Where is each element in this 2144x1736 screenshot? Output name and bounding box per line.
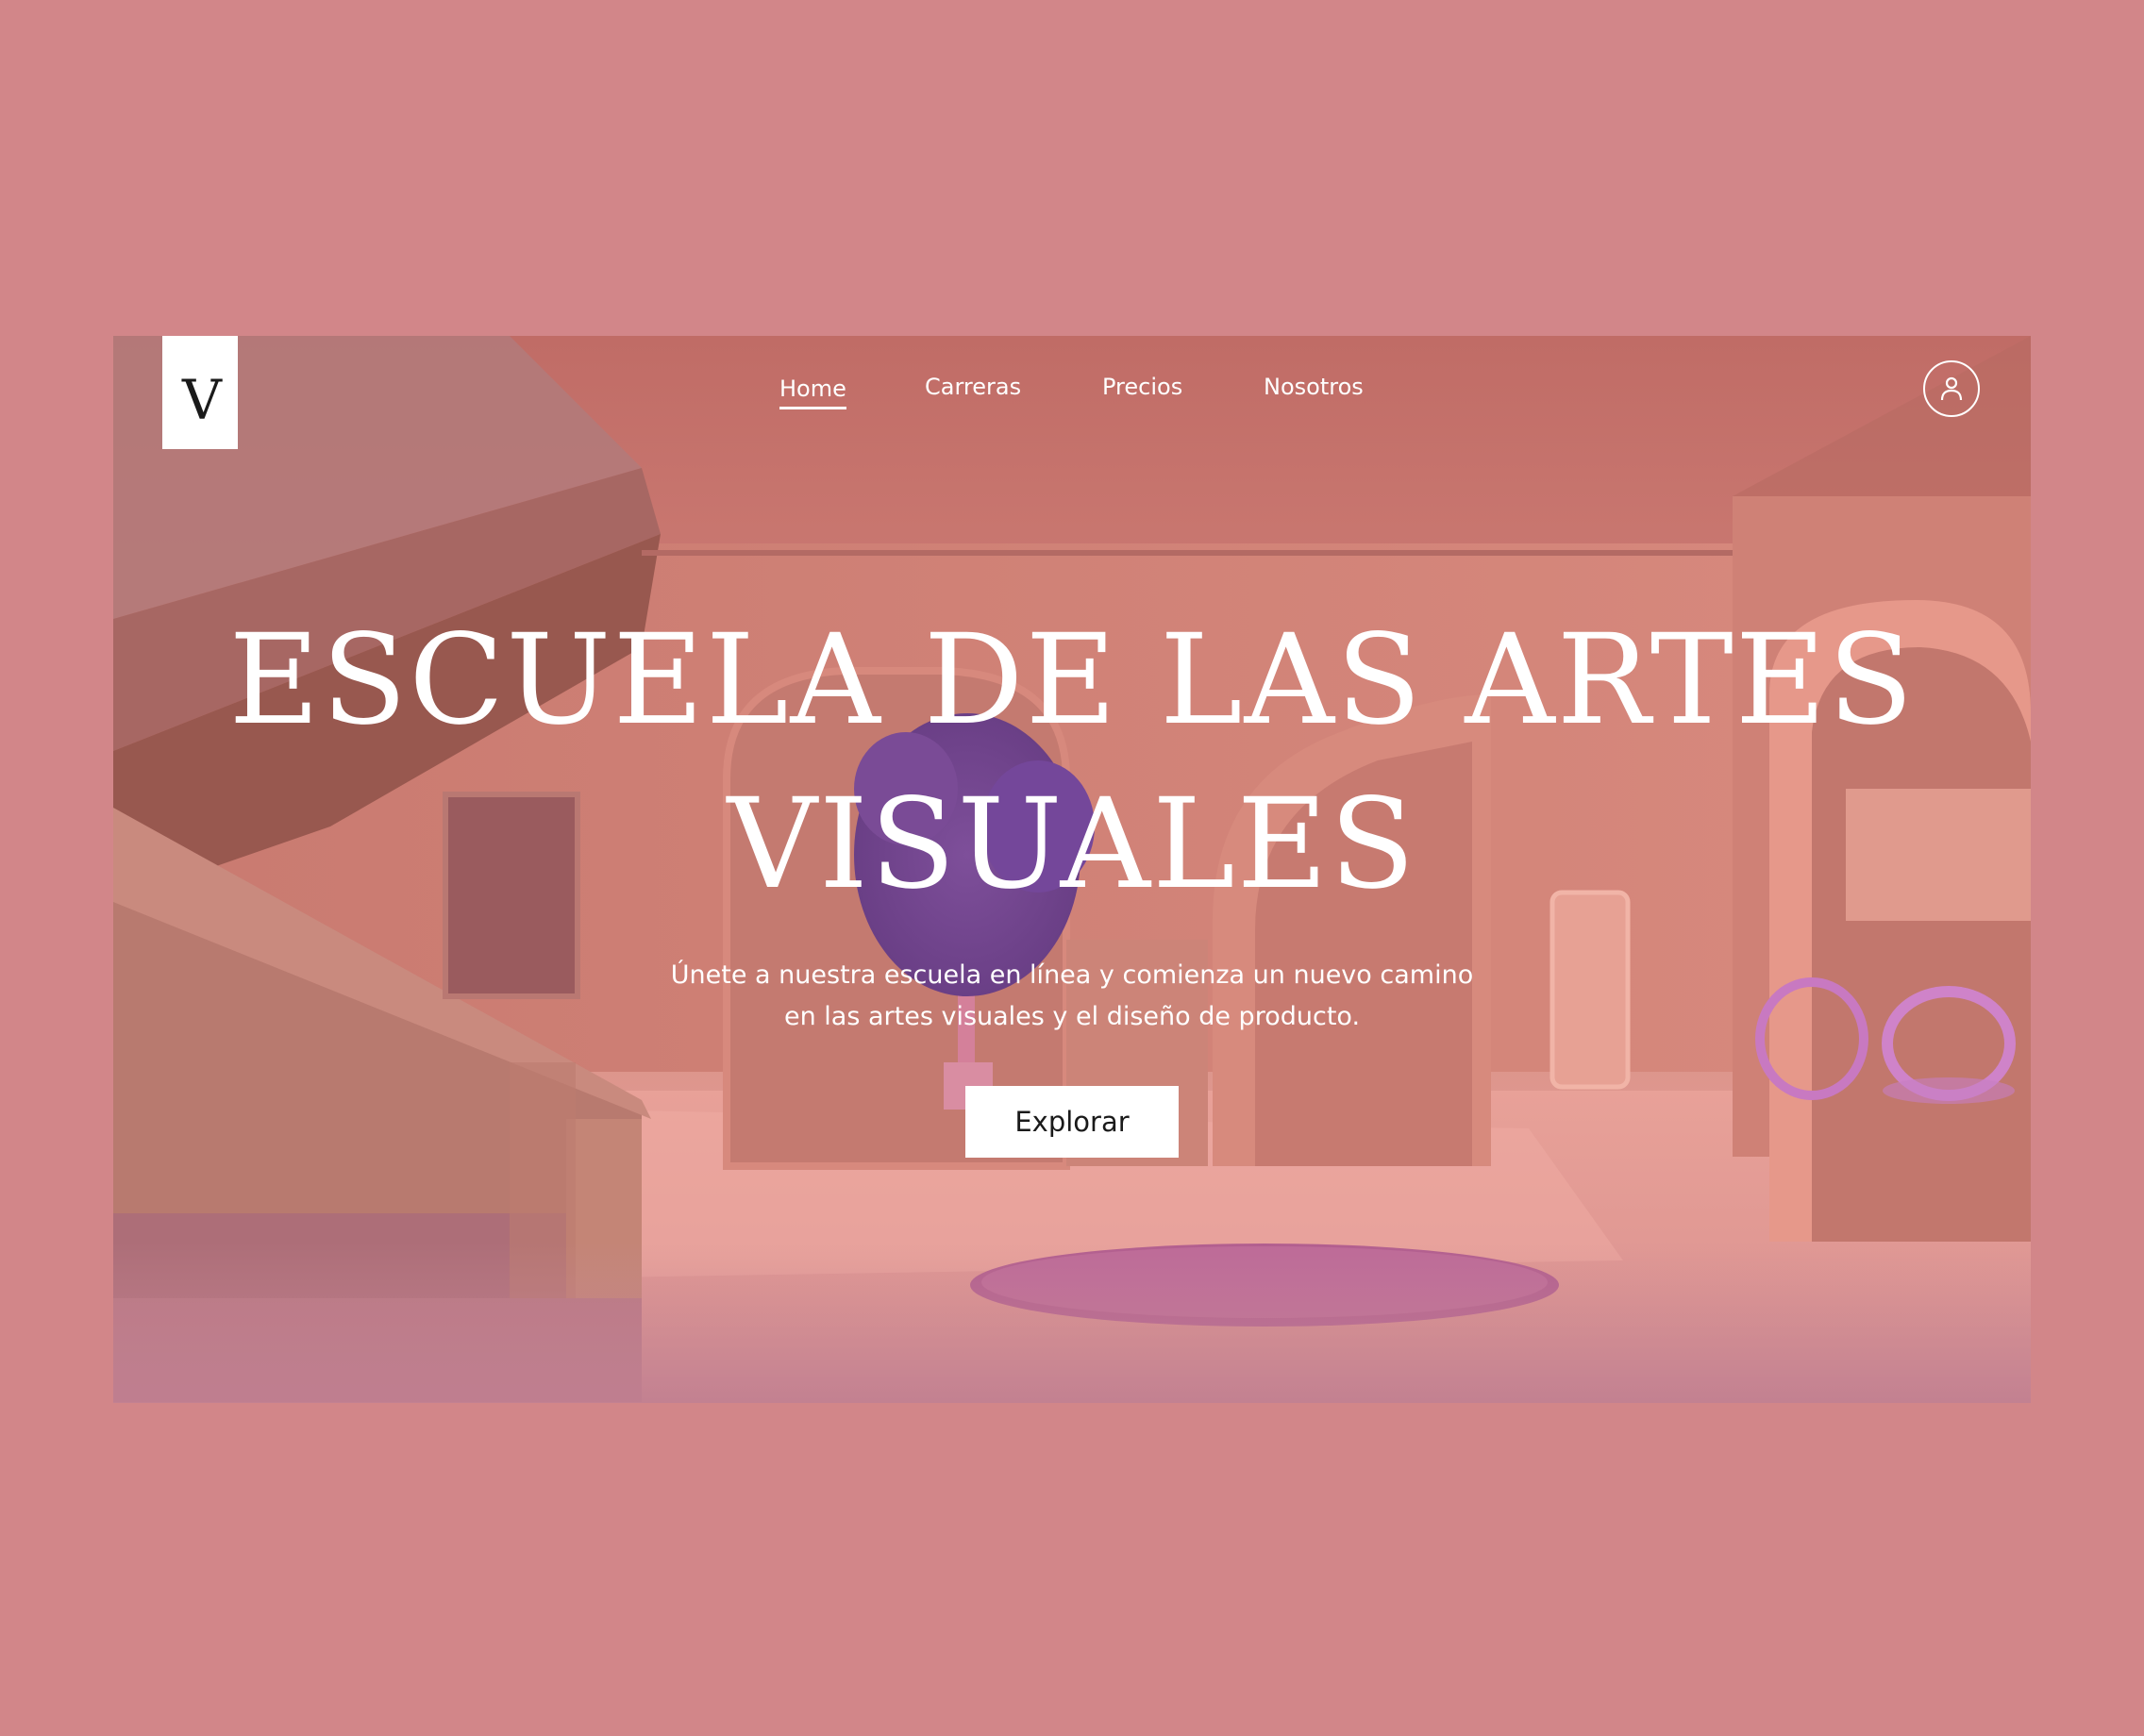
hero-subtitle-line-1: Únete a nuestra escuela en línea y comie… (670, 960, 1474, 990)
nav-item-precios[interactable]: Precios (1102, 374, 1182, 400)
logo[interactable]: V (162, 336, 238, 449)
nav-item-nosotros[interactable]: Nosotros (1264, 374, 1364, 400)
hero-title-line-1: ESCUELA DE LAS ARTES (228, 608, 1916, 753)
hero-title-line-2: VISUALES (727, 772, 1417, 917)
nav-item-home[interactable]: Home (779, 376, 846, 409)
user-account-button[interactable] (1923, 360, 1980, 417)
hero-section: V Home Carreras Precios Nosotros ESCUELA… (113, 336, 2031, 1403)
top-navigation: V Home Carreras Precios Nosotros (113, 336, 2031, 487)
hero-subtitle-line-2: en las artes visuales y el diseño de pro… (783, 1002, 1361, 1031)
user-icon (1940, 376, 1963, 401)
logo-letter: V (182, 368, 222, 432)
nav-item-carreras[interactable]: Carreras (925, 374, 1021, 400)
hero-title: ESCUELA DE LAS ARTES VISUALES (113, 598, 2031, 926)
explore-button[interactable]: Explorar (965, 1086, 1179, 1158)
hero-subtitle: Únete a nuestra escuela en línea y comie… (113, 955, 2031, 1038)
